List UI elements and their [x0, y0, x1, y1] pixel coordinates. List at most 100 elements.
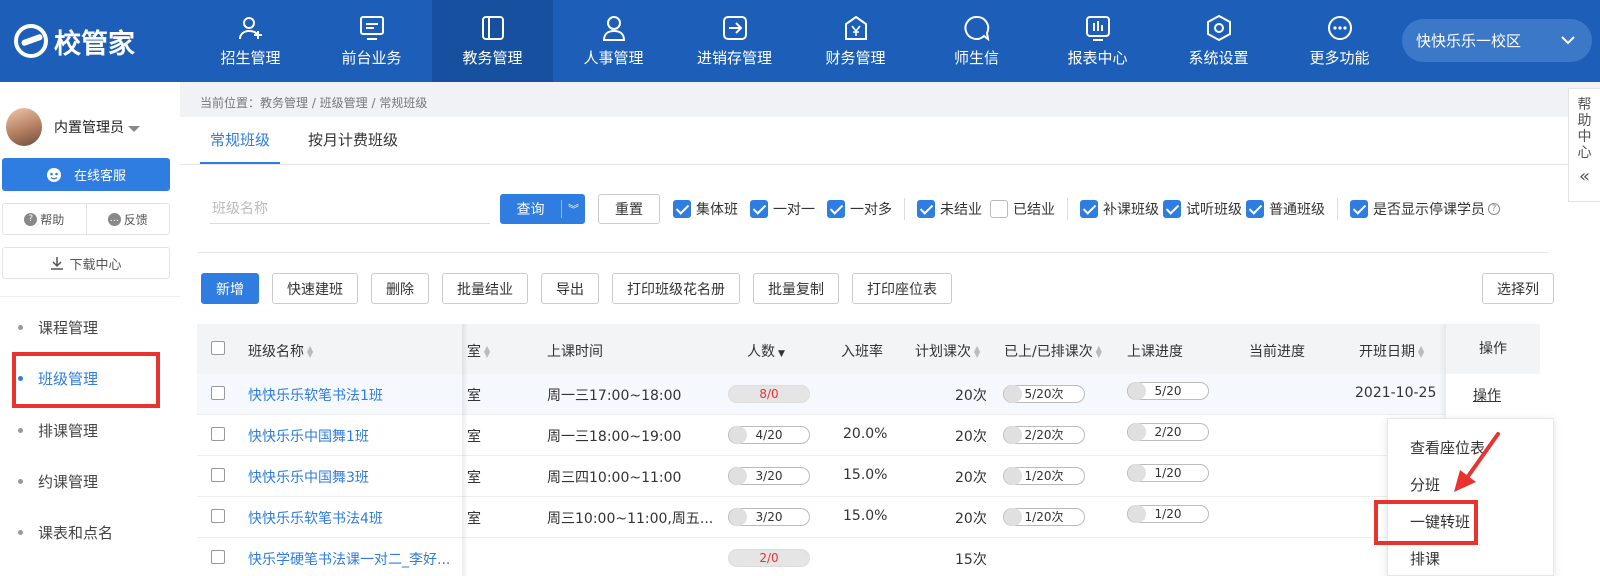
nav-enrollment[interactable]: 招生管理	[190, 0, 311, 82]
checkbox-group-class[interactable]: 集体班	[673, 199, 738, 219]
checkbox-graduated[interactable]: 已结业	[990, 199, 1055, 219]
nav-hr[interactable]: 人事管理	[553, 0, 674, 82]
nav-label: 财务管理	[825, 48, 886, 67]
sidebar-item-timetable[interactable]: 课表和点名	[0, 506, 180, 558]
class-name-link[interactable]: 快快乐乐中国舞3班	[248, 467, 369, 487]
nav-label: 招生管理	[220, 48, 281, 67]
row-checkbox[interactable]	[211, 509, 225, 523]
class-name-link[interactable]: 快快乐乐中国舞1班	[248, 426, 369, 446]
checkbox[interactable]	[673, 200, 691, 218]
progress-value: 1/20	[1154, 507, 1182, 521]
nav-finance[interactable]: 财务管理	[795, 0, 916, 82]
header-name[interactable]: 班级名称 ▲ ▼	[248, 341, 313, 361]
sidebar-item-schedule[interactable]: 排课管理	[0, 404, 180, 456]
tab-regular-class[interactable]: 常规班级	[200, 117, 281, 164]
checkbox[interactable]	[917, 200, 935, 218]
row-checkbox[interactable]	[211, 386, 225, 400]
progress-knob	[1128, 505, 1146, 523]
double-chevron-left-icon[interactable]: «	[1579, 168, 1590, 186]
class-name-link[interactable]: 快快乐乐软笔书法4班	[248, 508, 383, 528]
nav-reports[interactable]: 报表中心	[1037, 0, 1158, 82]
help-button[interactable]: ? 帮助	[3, 204, 87, 234]
row-checkbox[interactable]	[211, 550, 225, 564]
checkbox-one-on-one[interactable]: 一对一	[750, 199, 815, 219]
count-value: 4/20	[755, 428, 783, 442]
online-service-button[interactable]: 在线客服	[2, 158, 170, 191]
query-button[interactable]: 查询 ︾	[500, 194, 585, 224]
print-roster-button[interactable]: 打印班级花名册	[612, 273, 740, 304]
checkbox-normal-class[interactable]: 普通班级	[1246, 199, 1325, 219]
checkbox[interactable]	[827, 200, 845, 218]
checkbox-show-suspended[interactable]: 是否显示停课学员?	[1350, 199, 1500, 219]
menu-item-assign-class[interactable]: 分班	[1410, 474, 1440, 495]
rate-cell: 20.0%	[843, 426, 888, 442]
breadcrumb: 当前位置：教务管理 / 班级管理 / 常规班级	[200, 96, 428, 110]
download-center-button[interactable]: 下载中心	[2, 247, 170, 279]
sidebar-item-booking[interactable]: 约课管理	[0, 455, 180, 507]
header-scheduled[interactable]: 已上/已排课次 ▲ ▼	[1004, 341, 1102, 361]
checkbox[interactable]	[1350, 200, 1368, 218]
batch-graduate-button[interactable]: 批量结业	[442, 273, 528, 304]
nav-settings[interactable]: 系统设置	[1158, 0, 1279, 82]
header-count[interactable]: 人数 ▼	[747, 341, 785, 361]
table-row[interactable]: 快快乐乐中国舞1班 室 周一三18:00~19:00 4/20 20.0% 20…	[197, 415, 1540, 456]
progress-knob	[729, 467, 747, 485]
sort-icon[interactable]: ▲ ▼	[307, 345, 313, 359]
nav-messages[interactable]: 师生信	[916, 0, 1037, 82]
user-menu[interactable]: 内置管理员	[0, 82, 180, 152]
top-nav-bar: 校管家 招生管理 前台业务 教务管理 人事管理 进销存管理 财务管理 师生信 报…	[0, 0, 1600, 82]
nav-more[interactable]: 更多功能	[1279, 0, 1400, 82]
menu-item-schedule[interactable]: 排课	[1410, 548, 1440, 569]
campus-select[interactable]: 快快乐乐一校区	[1402, 19, 1592, 62]
nav-front-desk[interactable]: 前台业务	[311, 0, 432, 82]
select-columns-button[interactable]: 选择列	[1482, 273, 1554, 304]
sidebar-item-course[interactable]: 课程管理	[0, 301, 180, 353]
checkbox-makeup-class[interactable]: 补课班级	[1080, 199, 1159, 219]
header-room[interactable]: 室 ▲ ▼	[467, 341, 490, 361]
row-checkbox[interactable]	[211, 427, 225, 441]
checkbox[interactable]	[750, 200, 768, 218]
add-button[interactable]: 新增	[201, 273, 259, 304]
checkbox[interactable]	[990, 200, 1008, 218]
sort-icon[interactable]: ▲ ▼	[484, 345, 490, 359]
sort-icon[interactable]: ▲ ▼	[974, 345, 980, 359]
table-row[interactable]: 快乐学硬笔书法课一对二_李好... 2/0 15次	[197, 538, 1540, 576]
logo[interactable]: 校管家	[0, 0, 190, 82]
class-name-link[interactable]: 快乐学硬笔书法课一对二_李好...	[248, 549, 450, 569]
checkbox-trial-class[interactable]: 试听班级	[1163, 199, 1242, 219]
sort-desc-icon[interactable]: ▼	[778, 349, 785, 359]
question-icon[interactable]: ?	[1488, 203, 1500, 215]
double-chevron-down-icon[interactable]: ︾	[562, 201, 585, 217]
checkbox[interactable]	[1246, 200, 1264, 218]
header-planned[interactable]: 计划课次 ▲ ▼	[915, 341, 980, 361]
row-checkbox[interactable]	[211, 468, 225, 482]
header-rate: 入班率	[841, 344, 883, 360]
class-name-input[interactable]	[210, 194, 490, 224]
operation-link[interactable]: 操作	[1473, 385, 1501, 405]
sort-icon[interactable]: ▲ ▼	[1096, 345, 1102, 359]
class-name-link[interactable]: 快快乐乐软笔书法1班	[248, 385, 383, 405]
tab-monthly-class[interactable]: 按月计费班级	[298, 117, 408, 164]
feedback-button[interactable]: … 反馈	[87, 204, 170, 234]
table-row[interactable]: 快快乐乐中国舞3班 室 周三四10:00~11:00 3/20 15.0% 20…	[197, 456, 1540, 497]
nav-academic[interactable]: 教务管理	[432, 0, 553, 82]
print-seating-button[interactable]: 打印座位表	[852, 273, 952, 304]
table-row[interactable]: 快快乐乐软笔书法1班 室 周一三17:00~18:00 8/0 20次 5/20…	[197, 374, 1540, 415]
checkbox-not-graduated[interactable]: 未结业	[917, 199, 982, 219]
progress-knob	[1004, 385, 1022, 403]
export-button[interactable]: 导出	[541, 273, 599, 304]
progress-knob	[1004, 426, 1022, 444]
checkbox-one-to-many[interactable]: 一对多	[827, 199, 892, 219]
header-start[interactable]: 开班日期 ▲ ▼	[1359, 341, 1424, 361]
sort-icon[interactable]: ▲ ▼	[1418, 345, 1424, 359]
table-row[interactable]: 快快乐乐软笔书法4班 室 周三10:00~11:00,周五... 3/20 15…	[197, 497, 1540, 538]
checkbox[interactable]	[1163, 200, 1181, 218]
batch-copy-button[interactable]: 批量复制	[753, 273, 839, 304]
help-center-tab[interactable]: 帮 助 中 心 «	[1568, 88, 1600, 202]
delete-button[interactable]: 删除	[371, 273, 429, 304]
quick-create-button[interactable]: 快速建班	[272, 273, 358, 304]
nav-inventory[interactable]: 进销存管理	[674, 0, 795, 82]
checkbox[interactable]	[1080, 200, 1098, 218]
reset-button[interactable]: 重置	[598, 194, 660, 224]
select-all-checkbox[interactable]	[211, 341, 225, 355]
